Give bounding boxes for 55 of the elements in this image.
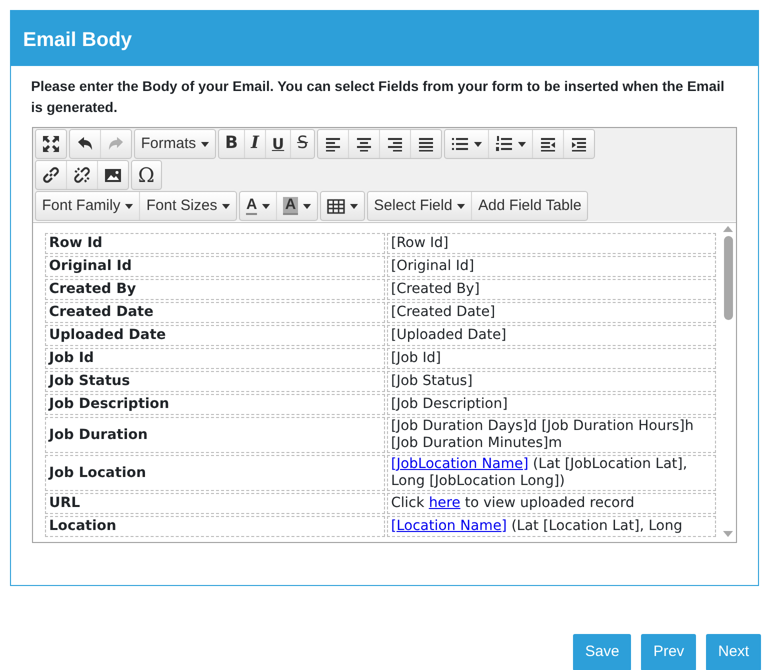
table-cell: [Row Id] (387, 233, 716, 254)
table-cell: URL (45, 493, 385, 514)
field-link[interactable]: [JobLocation Name] (391, 456, 528, 472)
table-cell: [JobLocation Name] (Lat [JobLocation Lat], Long [JobLocation Long]) (387, 455, 716, 491)
table-cell: [Job Duration Days]d [Job Duration Hours]h [Job Duration Minutes]m (387, 417, 716, 453)
table-cell: [Location Name] (Lat [Location Lat], Long (387, 516, 716, 537)
table-cell: [Created Date] (387, 302, 716, 323)
table-cell: Job Description (45, 394, 385, 415)
underline-button[interactable]: U (266, 130, 292, 158)
table-cell: Uploaded Date (45, 325, 385, 346)
table-cell: Job Location (45, 455, 385, 491)
text-color-button[interactable]: A (240, 192, 278, 220)
outdent-icon (538, 135, 557, 153)
numbered-list-icon (494, 135, 513, 153)
dropdown-button[interactable]: Formats (135, 130, 216, 158)
align-center-icon (354, 135, 373, 153)
table-cell: Click here to view uploaded record (387, 493, 716, 514)
scrollbar-thumb[interactable] (724, 236, 732, 320)
table-cell: Original Id (45, 256, 385, 277)
table-cell: [Job Id] (387, 348, 716, 369)
table-cell: Job Duration (45, 417, 385, 453)
broken-link-icon (73, 166, 91, 184)
table-cell: Job Id (45, 348, 385, 369)
align-right-icon (386, 135, 404, 153)
link-icon (42, 166, 60, 184)
table-cell: Created By (45, 279, 385, 300)
toolbar-button[interactable]: Add Field Table (472, 192, 588, 220)
omega-button[interactable]: Ω (132, 161, 161, 189)
dropdown-button[interactable]: Select Field (368, 192, 472, 220)
table-icon (326, 197, 345, 215)
strikethrough-button[interactable]: S (291, 130, 314, 158)
indent-icon (570, 135, 588, 153)
table-cell: Location (45, 516, 385, 537)
image-icon (104, 166, 122, 184)
table-cell: Job Status (45, 371, 385, 392)
panel-title: Email Body (11, 11, 758, 66)
table-cell: [Job Status] (387, 371, 716, 392)
table-cell: [Original Id] (387, 256, 716, 277)
bullet-list-icon (450, 135, 469, 153)
dropdown-button[interactable]: Font Family (36, 192, 140, 220)
table-cell: Row Id (45, 233, 385, 254)
align-left-icon (324, 135, 342, 153)
bold-button[interactable]: B (219, 130, 245, 158)
dropdown-button[interactable]: Font Sizes (140, 192, 236, 220)
table-cell: [Job Description] (387, 394, 716, 415)
italic-button[interactable]: I (244, 130, 266, 158)
instructions-text: Please enter the Body of your Email. You can select Fields from your form to be inserted when the Email is generated. (30, 77, 726, 117)
field-link[interactable]: [Location Name] (391, 518, 507, 534)
table-cell: [Created By] (387, 279, 716, 300)
fullscreen-icon (42, 135, 60, 153)
table-cell: Created Date (45, 302, 385, 323)
field-link[interactable]: here (428, 495, 460, 511)
align-justify-icon (416, 135, 435, 153)
table-cell: [Uploaded Date] (387, 325, 716, 346)
highlight-color-button[interactable]: A (277, 192, 317, 220)
